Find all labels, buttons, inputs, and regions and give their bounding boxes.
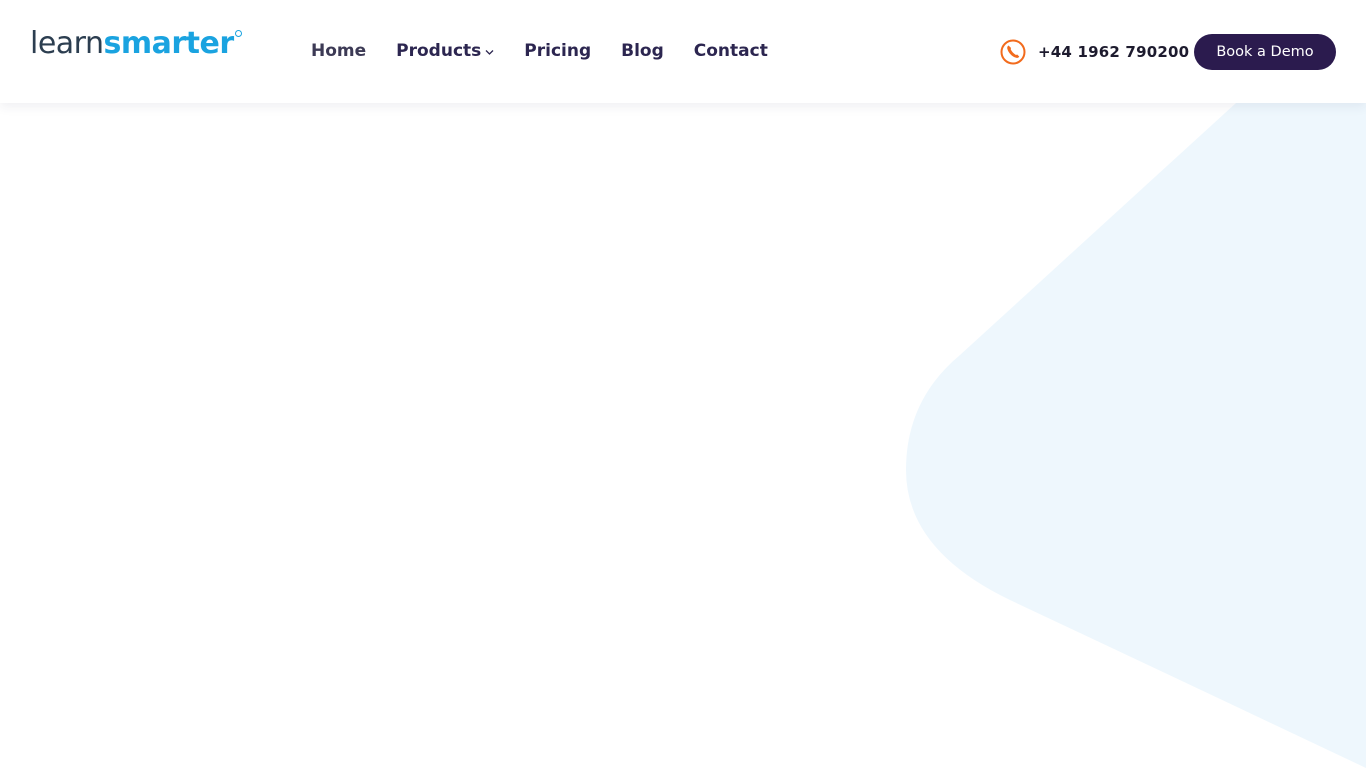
phone-number-link[interactable]: +44 1962 790200 xyxy=(1038,43,1189,61)
nav-item-products-label: Products xyxy=(396,41,482,61)
book-demo-button[interactable]: Book a Demo xyxy=(1194,34,1336,70)
nav-item-pricing[interactable]: Pricing xyxy=(524,41,591,61)
nav-item-products[interactable]: Products xyxy=(396,41,494,61)
page: learnsmarter Home Products Pricing Blog … xyxy=(0,0,1366,768)
nav-item-home[interactable]: Home xyxy=(311,41,366,61)
logo-text-smarter: smarter xyxy=(103,26,235,61)
phone-contact: +44 1962 790200 xyxy=(1000,39,1189,65)
logo-text-learn: learn xyxy=(30,26,104,61)
phone-icon[interactable] xyxy=(1000,39,1026,65)
learnsmarter-logo[interactable]: learnsmarter xyxy=(30,26,242,62)
chevron-down-icon xyxy=(485,50,494,55)
main-nav: Home Products Pricing Blog Contact xyxy=(311,38,798,64)
nav-item-contact[interactable]: Contact xyxy=(694,41,768,61)
hero-background-shape xyxy=(906,103,1366,768)
nav-item-blog[interactable]: Blog xyxy=(621,41,664,61)
registered-mark-icon xyxy=(234,30,242,37)
site-header: learnsmarter Home Products Pricing Blog … xyxy=(0,0,1366,103)
